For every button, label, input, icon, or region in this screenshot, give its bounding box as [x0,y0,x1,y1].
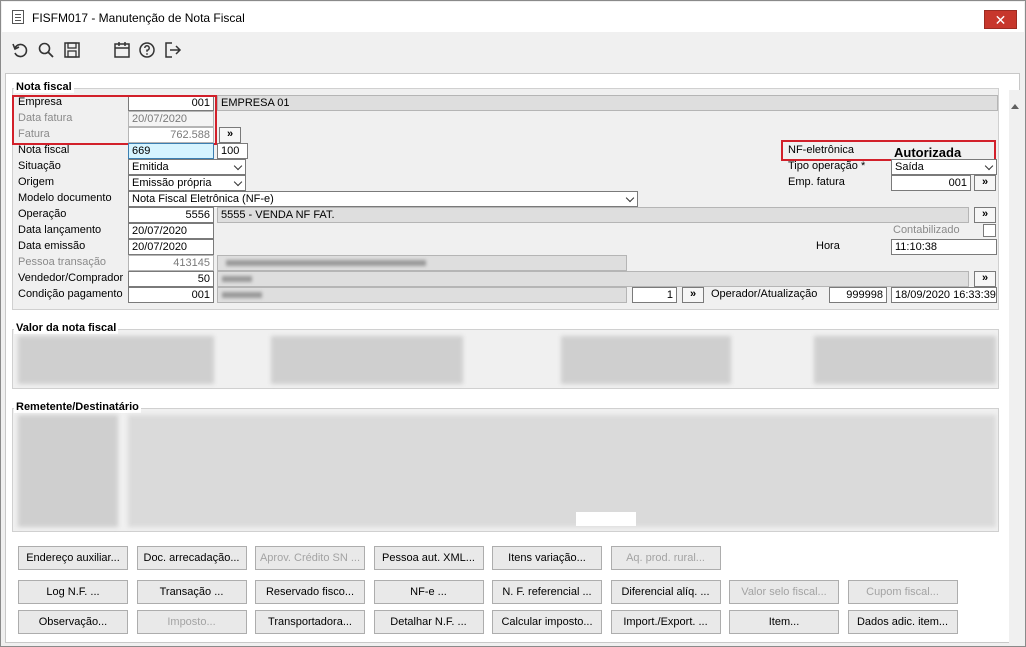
condicao-label: Condição pagamento [18,288,123,300]
parcelas-field[interactable]: 1 [632,287,677,303]
remetente-labels-redacted [18,415,118,527]
button-reservado-fisco[interactable]: Reservado fisco... [255,580,365,604]
button-item[interactable]: Item... [729,610,839,634]
valor-col1-redacted [18,336,214,384]
document-icon [12,10,24,24]
condicao-field[interactable]: 001 [128,287,214,303]
button-diferencial-al-q[interactable]: Diferencial alíq. ... [610,580,721,604]
pessoa-transacao-field: 413145 [128,255,214,271]
contabilizado-checkbox[interactable] [983,224,996,237]
button-aprov-cr-dito-sn[interactable]: Aprov. Crédito SN ... [255,546,365,570]
vendedor-field[interactable]: 50 [128,271,214,287]
pessoa-transacao-label: Pessoa transação [18,256,107,268]
button-doc-arrecada-o[interactable]: Doc. arrecadação... [136,546,247,570]
operacao-code-field[interactable]: 5556 [128,207,214,223]
fatura-lookup-button[interactable]: » [219,127,241,143]
button-endere-o-auxiliar[interactable]: Endereço auxiliar... [18,546,128,570]
tipo-operacao-label: Tipo operação * [788,160,866,172]
vendedor-label: Vendedor/Comprador [18,272,124,284]
nota-fiscal-title: Nota fiscal [14,81,74,93]
button-dados-adic-item[interactable]: Dados adic. item... [847,610,958,634]
vertical-scrollbar[interactable] [1009,90,1021,644]
button-aq-prod-rural[interactable]: Aq. prod. rural... [610,546,721,570]
tipo-operacao-select[interactable]: Saída [891,159,997,175]
operador-label: Operador/Atualização [711,288,818,300]
operacao-desc-field: 5555 - VENDA NF FAT. [217,207,969,223]
valor-title: Valor da nota fiscal [14,322,119,334]
main-panel: Nota fiscal Empresa 001 EMPRESA 01 Data … [5,73,1021,644]
button-detalhar-n-f[interactable]: Detalhar N.F. ... [373,610,484,634]
emp-fatura-field[interactable]: 001 [891,175,971,191]
operacao-label: Operação [18,208,67,220]
remetente-fields-redacted [128,415,996,527]
button-import-export[interactable]: Import./Export. ... [610,610,721,634]
origem-label: Origem [18,176,55,188]
pessoa-transacao-name-redacted [217,255,627,271]
origem-select[interactable]: Emissão própria [128,175,246,191]
title-bar: FISFM017 - Manutenção de Nota Fiscal ✕ [2,2,1024,32]
operador-field: 999998 [829,287,887,303]
situacao-select[interactable]: Emitida [128,159,246,175]
button-imposto[interactable]: Imposto... [136,610,247,634]
hora-label: Hora [816,240,840,252]
remetente-input-blank[interactable] [576,512,636,526]
valor-col4-redacted [814,336,996,384]
atualizacao-field: 18/09/2020 16:33:39 [891,287,997,303]
data-emissao-field[interactable]: 20/07/2020 [128,239,214,255]
valor-col2-redacted [271,336,463,384]
emp-fatura-label: Emp. fatura [788,176,845,188]
vendedor-lookup-button[interactable]: » [974,271,996,287]
search-icon[interactable] [37,41,55,59]
button-log-n-f[interactable]: Log N.F. ... [18,580,128,604]
save-icon[interactable] [63,41,81,59]
button-cupom-fiscal[interactable]: Cupom fiscal... [847,580,958,604]
empresa-name-field: EMPRESA 01 [217,95,998,111]
button-calcular-imposto[interactable]: Calcular imposto... [492,610,602,634]
button-n-f-referencial[interactable]: N. F. referencial ... [492,580,602,604]
emp-fatura-lookup-button[interactable]: » [974,175,996,191]
remetente-title: Remetente/Destinatário [14,401,141,413]
button-transa-o[interactable]: Transação ... [136,580,247,604]
button-transportadora[interactable]: Transportadora... [255,610,365,634]
condicao-desc-redacted [217,287,627,303]
nota-fiscal-field[interactable]: 669 [128,143,214,159]
close-button[interactable]: ✕ [984,10,1017,29]
highlight-nfe-box [781,140,996,161]
vendedor-name-redacted [217,271,969,287]
button-valor-selo-fiscal[interactable]: Valor selo fiscal... [729,580,839,604]
highlight-empresa-box [12,95,217,145]
contabilizado-label: Contabilizado [893,224,960,236]
button-observa-o[interactable]: Observação... [18,610,128,634]
data-emissao-label: Data emissão [18,240,86,252]
operacao-lookup-button[interactable]: » [974,207,996,223]
hora-field[interactable]: 11:10:38 [891,239,997,255]
nota-fiscal-label: Nota fiscal [18,144,70,156]
data-lancamento-label: Data lançamento [18,224,102,236]
data-lancamento-field[interactable]: 20/07/2020 [128,223,214,239]
help-icon[interactable] [138,41,156,59]
button-nf-e[interactable]: NF-e ... [373,580,484,604]
window-title: FISFM017 - Manutenção de Nota Fiscal [32,11,245,25]
calendar-icon[interactable] [113,41,131,59]
parcelas-button[interactable]: » [682,287,704,303]
button-itens-varia-o[interactable]: Itens variação... [492,546,602,570]
toolbar [2,33,1024,67]
valor-col3-redacted [561,336,731,384]
window: FISFM017 - Manutenção de Nota Fiscal ✕ N… [0,0,1026,647]
button-pessoa-aut-xml[interactable]: Pessoa aut. XML... [373,546,484,570]
situacao-label: Situação [18,160,61,172]
modelo-select[interactable]: Nota Fiscal Eletrônica (NF-e) [128,191,638,207]
undo-icon[interactable] [11,41,29,59]
exit-icon[interactable] [164,41,182,59]
modelo-label: Modelo documento [18,192,112,204]
serie-field[interactable]: 100 [217,143,248,159]
